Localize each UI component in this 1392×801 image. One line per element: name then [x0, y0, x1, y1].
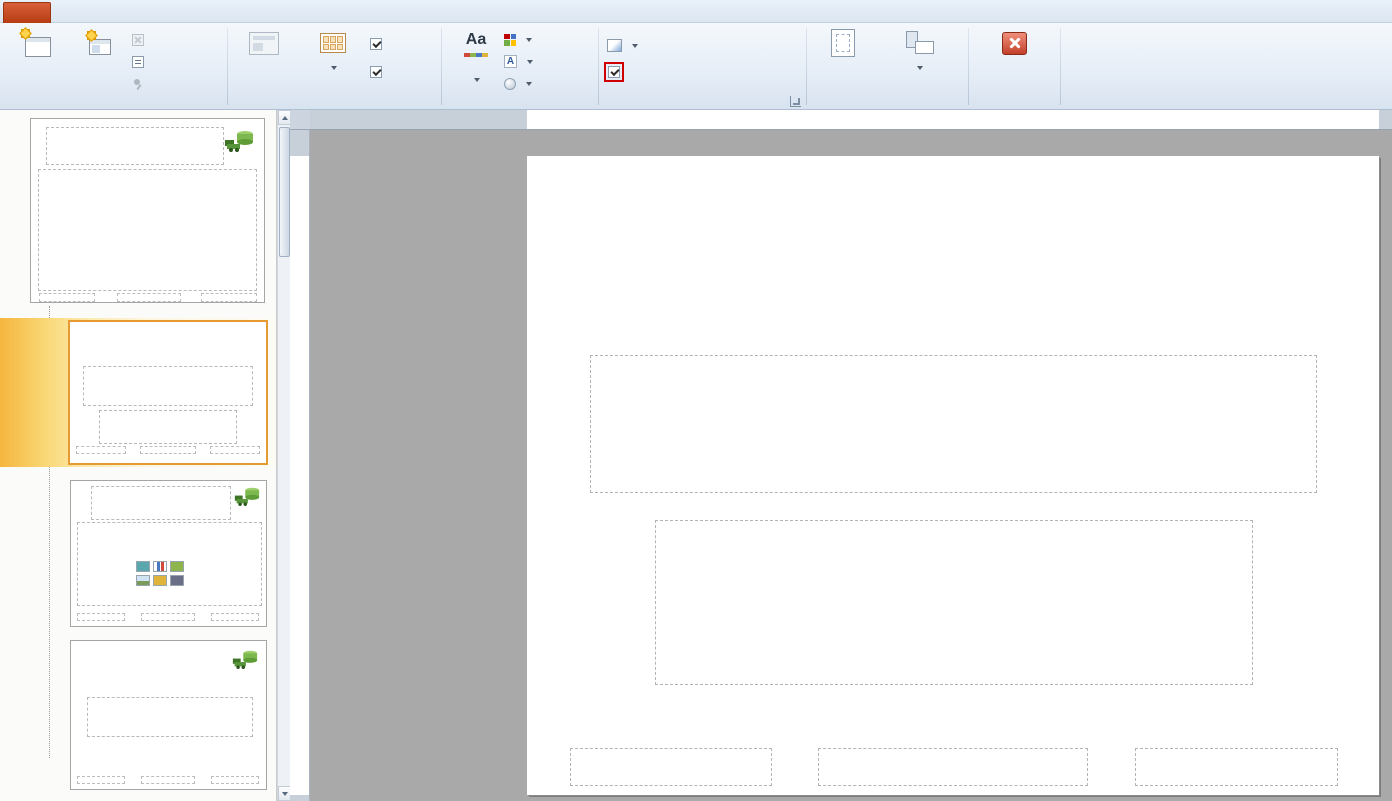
dialog-launcher-icon[interactable]: [790, 96, 801, 107]
rename-icon: [132, 56, 144, 68]
mini-date-placeholder: [77, 613, 125, 621]
mini-footer-placeholder: [141, 776, 195, 784]
master-layout-button: [234, 26, 294, 96]
thumbnail-scrollbar[interactable]: [277, 110, 290, 801]
slide-number-placeholder[interactable]: [1135, 748, 1338, 786]
slide-thumbnail-panel: [0, 110, 277, 801]
vertical-ruler-ticks: [290, 130, 309, 801]
background-graphic-clipart: [224, 129, 254, 152]
thumbnail-content-layout[interactable]: [70, 480, 267, 627]
content-placeholder-icons: [136, 561, 184, 586]
dropdown-arrow-icon: [632, 44, 638, 48]
mini-date-placeholder: [39, 293, 95, 302]
layout-title-placeholder: [83, 366, 253, 406]
dropdown-arrow-icon: [526, 38, 532, 42]
red-annotation-box: [604, 62, 624, 82]
theme-colors-button[interactable]: [504, 30, 532, 49]
group-master-layout: [228, 23, 441, 110]
delete-button: [132, 30, 148, 49]
background-styles-button[interactable]: [607, 36, 638, 55]
ruler-corner: [290, 110, 310, 130]
insert-layout-icon: [85, 27, 113, 59]
page-setup-button[interactable]: [815, 26, 871, 96]
footer-placeholder[interactable]: [818, 748, 1088, 786]
footers-checkbox[interactable]: [370, 66, 382, 78]
insert-placeholder-button[interactable]: [300, 26, 366, 96]
mini-number-placeholder: [210, 446, 260, 454]
horizontal-ruler[interactable]: [310, 110, 1392, 130]
master-layout-icon: [249, 27, 279, 59]
insert-slide-master-icon: [19, 27, 53, 59]
file-tab[interactable]: [3, 2, 51, 23]
title-checkbox-row[interactable]: [370, 38, 387, 50]
master-body-placeholder: [38, 169, 257, 291]
horizontal-ruler-ticks: [310, 110, 1392, 129]
scrollbar-thumb[interactable]: [279, 127, 290, 257]
pushpin-icon: [132, 78, 144, 90]
arrow-up-icon: [282, 116, 288, 120]
mini-footer-placeholder: [140, 446, 196, 454]
group-background: [599, 23, 806, 110]
preserve-button: [132, 74, 148, 93]
insert-placeholder-icon: [320, 27, 346, 59]
group-separator: [1060, 28, 1061, 105]
theme-effects-icon: [504, 78, 516, 90]
slide-orientation-button[interactable]: [881, 26, 957, 96]
dropdown-arrow-icon: [526, 82, 532, 86]
thumbnail-title-layout[interactable]: [68, 320, 268, 465]
theme-colors-icon: [504, 34, 516, 46]
dropdown-arrow-icon: [474, 78, 480, 82]
title-checkbox[interactable]: [370, 38, 382, 50]
mini-number-placeholder: [211, 776, 259, 784]
dropdown-arrow-icon: [331, 66, 337, 70]
thumbnail-section-layout[interactable]: [70, 640, 267, 790]
insert-slide-master-button[interactable]: [4, 26, 68, 96]
page-setup-icon: [831, 27, 855, 59]
theme-effects-button[interactable]: [504, 74, 532, 93]
group-page-setup: [807, 23, 968, 110]
layout-subtitle-placeholder: [99, 410, 237, 444]
themes-icon: Aa: [461, 27, 491, 59]
subtitle-placeholder[interactable]: [655, 520, 1253, 685]
themes-button[interactable]: Aa: [450, 26, 502, 96]
background-graphic-clipart: [234, 486, 260, 506]
delete-icon: [132, 34, 144, 46]
vertical-ruler[interactable]: [290, 130, 310, 801]
thumbnail-master-slide[interactable]: [30, 118, 265, 303]
theme-fonts-icon: A: [504, 55, 517, 68]
close-master-view-button[interactable]: [977, 26, 1052, 96]
footers-checkbox-row[interactable]: [370, 66, 387, 78]
slide-canvas: [310, 130, 1392, 801]
slide-orientation-icon: [903, 27, 935, 59]
layout-body-placeholder: [77, 522, 262, 606]
theme-fonts-button[interactable]: A: [504, 52, 533, 71]
powerpoint-window: Aa A: [0, 0, 1392, 801]
ribbon-tab-bar: [0, 0, 1392, 23]
group-edit-theme: Aa A: [442, 23, 598, 110]
mini-footer-placeholder: [117, 293, 181, 302]
section-text-placeholder: [87, 697, 253, 737]
dropdown-arrow-icon: [527, 60, 533, 64]
mini-footer-placeholder: [141, 613, 195, 621]
date-placeholder[interactable]: [570, 748, 772, 786]
background-graphic-clipart: [232, 649, 258, 669]
layout-title-placeholder: [91, 486, 231, 520]
close-master-view-icon: [1002, 27, 1027, 59]
insert-layout-button[interactable]: [70, 26, 128, 96]
slide-editing-area[interactable]: [527, 156, 1379, 795]
mini-number-placeholder: [211, 613, 259, 621]
mini-date-placeholder: [76, 446, 126, 454]
title-placeholder[interactable]: [590, 355, 1317, 493]
rename-button[interactable]: [132, 52, 148, 71]
group-close: [969, 23, 1060, 110]
group-edit-master: [0, 23, 227, 110]
arrow-down-icon: [282, 792, 288, 796]
ribbon: Aa A: [0, 23, 1392, 110]
background-styles-icon: [607, 39, 622, 52]
master-title-placeholder: [46, 127, 224, 165]
mini-number-placeholder: [201, 293, 257, 302]
mini-date-placeholder: [77, 776, 125, 784]
dropdown-arrow-icon: [917, 66, 923, 70]
